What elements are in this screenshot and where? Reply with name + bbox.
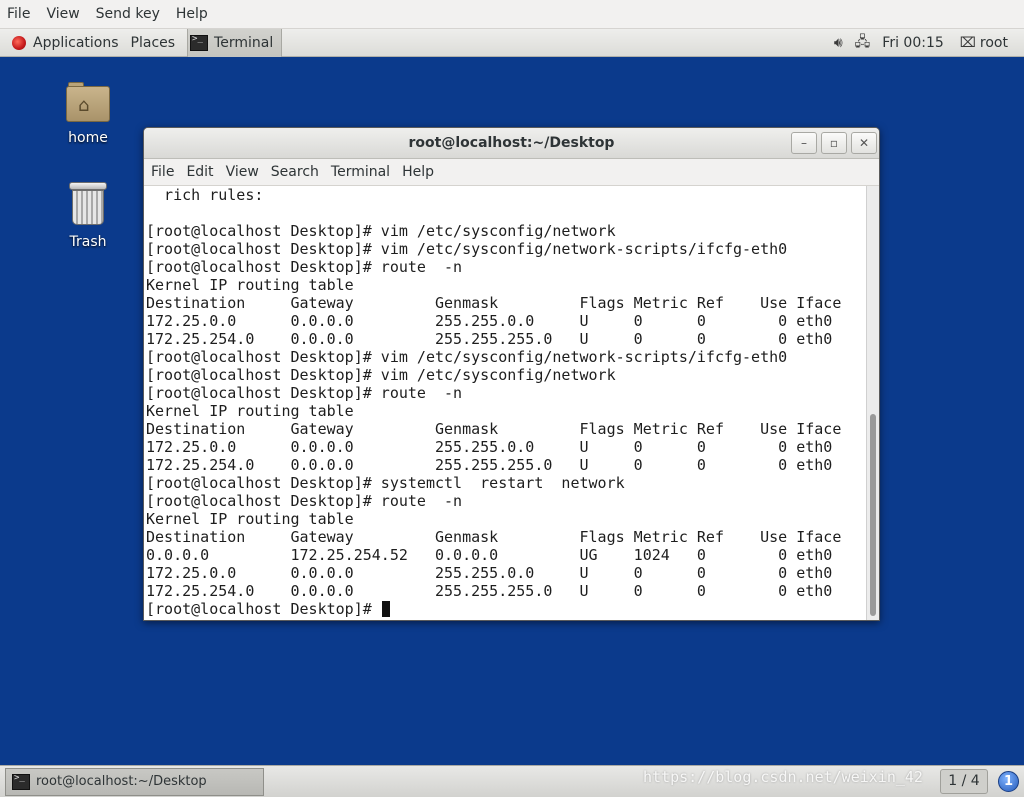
network-icon[interactable]: 🖧︎: [849, 31, 877, 55]
terminal-line: 0.0.0.0 172.25.254.52 0.0.0.0 UG 1024 0 …: [146, 546, 833, 564]
clock[interactable]: Fri 00:15: [876, 35, 953, 51]
terminal-line: 172.25.0.0 0.0.0.0 255.255.0.0 U 0 0 0 e…: [146, 438, 833, 456]
close-button[interactable]: ✕: [851, 132, 877, 154]
viewer-menu-send-key[interactable]: Send key: [88, 6, 168, 22]
notification-icon[interactable]: 1: [998, 771, 1019, 792]
scrollbar[interactable]: [866, 186, 879, 620]
terminal-menu-edit[interactable]: Edit: [180, 164, 219, 180]
panel-task-terminal[interactable]: Terminal: [187, 28, 283, 57]
terminal-line: Kernel IP routing table: [146, 510, 354, 528]
terminal-menu-view[interactable]: View: [220, 164, 265, 180]
terminal-menu-search[interactable]: Search: [265, 164, 325, 180]
applications-menu[interactable]: Applications: [0, 29, 125, 57]
user-icon: ⌧: [959, 34, 976, 51]
user-menu[interactable]: root: [980, 35, 1024, 51]
bottom-panel: root@localhost:~/Desktop https://blog.cs…: [0, 765, 1024, 797]
terminal-line: [root@localhost Desktop]# route -n: [146, 258, 463, 276]
viewer-menu-help[interactable]: Help: [168, 6, 216, 22]
viewer-menubar: File View Send key Help: [0, 0, 1024, 29]
home-folder-icon: ⌂: [66, 82, 110, 122]
terminal-line: [root@localhost Desktop]# route -n: [146, 492, 463, 510]
terminal-line: [root@localhost Desktop]# vim /etc/sysco…: [146, 222, 616, 240]
applications-label: Applications: [33, 34, 119, 51]
terminal-line: [root@localhost Desktop]# vim /etc/sysco…: [146, 348, 788, 366]
scrollbar-thumb[interactable]: [870, 414, 876, 616]
terminal-line: 172.25.254.0 0.0.0.0 255.255.255.0 U 0 0…: [146, 330, 833, 348]
taskbar-item-label: root@localhost:~/Desktop: [36, 774, 207, 789]
terminal-line: rich rules:: [146, 186, 273, 204]
terminal-line: Destination Gateway Genmask Flags Metric…: [146, 294, 842, 312]
maximize-button[interactable]: ▫: [821, 132, 847, 154]
watermark: https://blog.csdn.net/weixin_42: [643, 768, 923, 786]
terminal-line: Kernel IP routing table: [146, 276, 354, 294]
terminal-menu-help[interactable]: Help: [396, 164, 440, 180]
terminal-icon: [12, 773, 30, 790]
terminal-menu-file[interactable]: File: [145, 164, 180, 180]
taskbar-item-terminal[interactable]: root@localhost:~/Desktop: [5, 767, 264, 796]
panel-status-area: 🔊︎ 🖧︎ Fri 00:15 ⌧ root: [828, 29, 1024, 57]
workspace-indicator[interactable]: 1 / 4: [940, 769, 988, 794]
terminal-line: [root@localhost Desktop]# route -n: [146, 384, 463, 402]
terminal-line: [root@localhost Desktop]# systemctl rest…: [146, 474, 625, 492]
panel-task-label: Terminal: [214, 34, 274, 51]
desktop-icon-home[interactable]: ⌂ home: [48, 80, 128, 146]
terminal-line: 172.25.254.0 0.0.0.0 255.255.255.0 U 0 0…: [146, 582, 833, 600]
minimize-button[interactable]: –: [791, 132, 817, 154]
desktop-icon-trash-label: Trash: [69, 234, 107, 250]
window-title: root@localhost:~/Desktop: [408, 135, 615, 151]
places-label: Places: [130, 34, 176, 51]
desktop-icon-home-label: home: [68, 130, 108, 146]
terminal-line: Kernel IP routing table: [146, 402, 354, 420]
terminal-line: 172.25.254.0 0.0.0.0 255.255.255.0 U 0 0…: [146, 456, 833, 474]
places-menu[interactable]: Places: [125, 29, 182, 57]
terminal-prompt-line: [root@localhost Desktop]#: [146, 600, 864, 618]
trash-icon: [69, 182, 107, 226]
desktop-icon-trash[interactable]: Trash: [48, 180, 128, 250]
terminal-line: Destination Gateway Genmask Flags Metric…: [146, 420, 842, 438]
viewer-menu-file[interactable]: File: [0, 6, 38, 22]
top-panel: Applications Places Terminal 🔊︎ 🖧︎ Fri 0…: [0, 28, 1024, 57]
terminal-cursor: [381, 601, 390, 617]
terminal-line: 172.25.0.0 0.0.0.0 255.255.0.0 U 0 0 0 e…: [146, 564, 833, 582]
terminal-icon: [190, 34, 209, 51]
viewer-menu-view[interactable]: View: [38, 6, 87, 22]
terminal-prompt: [root@localhost Desktop]#: [146, 600, 381, 618]
redhat-logo-icon: [12, 35, 26, 50]
terminal-window: root@localhost:~/Desktop – ▫ ✕ File Edit…: [143, 127, 880, 621]
window-title-bar[interactable]: root@localhost:~/Desktop – ▫ ✕: [144, 128, 879, 159]
terminal-menu-terminal[interactable]: Terminal: [325, 164, 396, 180]
terminal-line: [root@localhost Desktop]# vim /etc/sysco…: [146, 240, 788, 258]
terminal-output: rich rules: [root@localhost Desktop]# vi…: [146, 186, 864, 618]
terminal-menubar: File Edit View Search Terminal Help: [144, 159, 879, 186]
volume-icon[interactable]: 🔊︎: [828, 35, 849, 51]
terminal-body[interactable]: rich rules: [root@localhost Desktop]# vi…: [144, 186, 879, 620]
terminal-line: Destination Gateway Genmask Flags Metric…: [146, 528, 842, 546]
terminal-line: [root@localhost Desktop]# vim /etc/sysco…: [146, 366, 616, 384]
terminal-line: 172.25.0.0 0.0.0.0 255.255.0.0 U 0 0 0 e…: [146, 312, 833, 330]
